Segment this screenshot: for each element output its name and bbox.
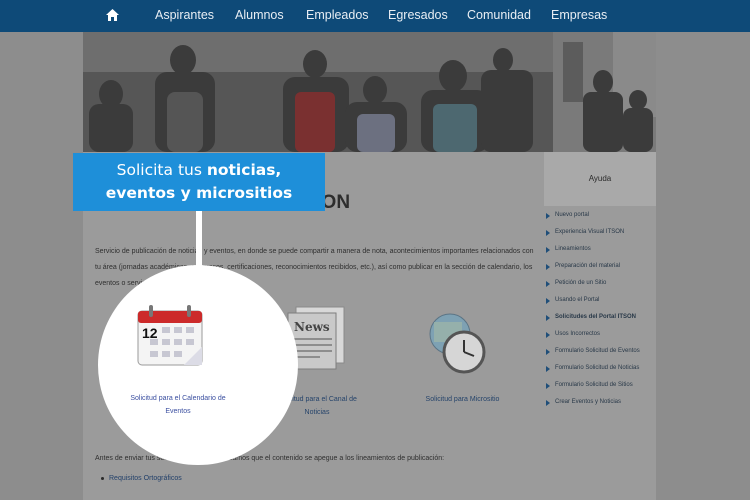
calendar-request-link[interactable]: Solicitud para el Calendario de Eventos bbox=[108, 392, 248, 418]
bullet-link-requisitos[interactable]: Requisitos Ortográficos bbox=[101, 475, 182, 482]
nav-item-empresas[interactable]: Empresas bbox=[551, 8, 607, 22]
sidebar-link-experiencia-visual[interactable]: Experiencia Visual ITSON bbox=[544, 224, 664, 241]
callout-banner: Solicita tus noticias, eventos y microsi… bbox=[73, 153, 325, 211]
spotlight-circle: 12 Solicitud para el Calendario de Event… bbox=[98, 265, 298, 465]
home-icon[interactable] bbox=[106, 9, 119, 21]
nav-item-empleados[interactable]: Empleados bbox=[306, 8, 369, 22]
callout-text-bold1: noticias, bbox=[206, 161, 282, 179]
calendar-icon[interactable]: 12 bbox=[136, 303, 208, 369]
sidebar-link-usando-portal[interactable]: Usando el Portal bbox=[544, 292, 664, 309]
sidebar-title: Ayuda bbox=[588, 174, 612, 183]
nav-item-alumnos[interactable]: Alumnos bbox=[235, 8, 284, 22]
microsite-request-link[interactable]: Solicitud para Micrositio bbox=[410, 393, 515, 406]
sidebar-link-formulario-sitios[interactable]: Formulario Solicitud de Sitios bbox=[544, 377, 664, 394]
callout-text-pre: Solicita tus bbox=[116, 161, 207, 179]
guidelines-note: Antes de enviar tus solicitudes, te reco… bbox=[95, 455, 445, 462]
globe-clock-icon[interactable] bbox=[424, 310, 494, 376]
news-link-line2: Noticias bbox=[304, 409, 330, 416]
sidebar-link-nuevo-portal[interactable]: Nuevo portal bbox=[544, 207, 664, 224]
microsite-link-line1: Solicitud para Micrositio bbox=[425, 396, 500, 403]
sidebar-link-peticion-sitio[interactable]: Petición de un Sitio bbox=[544, 275, 664, 292]
sidebar-link-preparacion-material[interactable]: Preparación del material bbox=[544, 258, 664, 275]
callout-text-bold2: eventos y micrositios bbox=[105, 184, 293, 202]
sidebar-links: Nuevo portal Experiencia Visual ITSON Li… bbox=[544, 207, 664, 411]
sidebar-link-formulario-noticias[interactable]: Formulario Solicitud de Noticias bbox=[544, 360, 664, 377]
calendar-link-line1: Solicitud para el Calendario de bbox=[130, 395, 226, 402]
newspaper-title-text: News bbox=[294, 320, 330, 334]
sidebar-link-solicitudes-portal[interactable]: Solicitudes del Portal ITSON bbox=[544, 309, 664, 326]
banner-photo bbox=[83, 32, 656, 152]
sidebar-link-lineamientos[interactable]: Lineamientos bbox=[544, 241, 664, 258]
calendar-date-number: 12 bbox=[142, 325, 158, 341]
nav-item-comunidad[interactable]: Comunidad bbox=[467, 8, 531, 22]
sidebar-link-formulario-eventos[interactable]: Formulario Solicitud de Eventos bbox=[544, 343, 664, 360]
sidebar-link-crear-eventos[interactable]: Crear Eventos y Noticias bbox=[544, 394, 664, 411]
top-navigation-bar: Aspirantes Alumnos Empleados Egresados C… bbox=[0, 0, 750, 32]
calendar-link-line2: Eventos bbox=[165, 408, 191, 415]
nav-item-aspirantes[interactable]: Aspirantes bbox=[155, 8, 214, 22]
nav-item-egresados[interactable]: Egresados bbox=[388, 8, 448, 22]
sidebar-link-usos-incorrectos[interactable]: Usos Incorrectos bbox=[544, 326, 664, 343]
